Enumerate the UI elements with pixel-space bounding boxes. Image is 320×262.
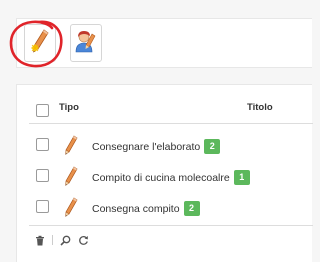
row-title-text[interactable]: Consegnare l'elaborato xyxy=(92,141,200,153)
pencil-icon xyxy=(64,135,78,156)
table-footer-actions xyxy=(34,233,89,247)
row-checkbox[interactable] xyxy=(36,200,49,213)
column-header-titolo[interactable]: Titolo xyxy=(247,102,273,113)
row-title-text[interactable]: Compito di cucina molecoalre xyxy=(92,172,230,184)
user-edit-icon xyxy=(74,28,98,59)
page: Tipo Titolo Consegnare l'elaborato 2 Com… xyxy=(0,0,313,262)
activities-panel: Tipo Titolo Consegnare l'elaborato 2 Com… xyxy=(16,84,313,262)
row-title-text[interactable]: Consegna compito xyxy=(92,203,180,215)
pencil-icon xyxy=(64,197,78,218)
pencil-icon xyxy=(64,166,78,187)
select-all-checkbox[interactable] xyxy=(36,104,49,117)
new-user-button[interactable] xyxy=(70,24,102,62)
separator xyxy=(52,235,53,245)
column-header-tipo[interactable]: Tipo xyxy=(59,102,79,113)
refresh-icon[interactable] xyxy=(77,234,89,246)
count-badge: 2 xyxy=(204,139,221,154)
footer-divider xyxy=(29,225,313,226)
row-title[interactable]: Consegna compito 2 xyxy=(92,201,200,216)
toolbar xyxy=(16,18,312,68)
row-checkbox[interactable] xyxy=(36,169,49,182)
new-activity-button[interactable] xyxy=(24,24,56,62)
row-title[interactable]: Compito di cucina molecoalre 1 xyxy=(92,170,250,185)
count-badge: 2 xyxy=(183,201,200,216)
pencil-icon xyxy=(30,28,50,59)
row-title[interactable]: Consegnare l'elaborato 2 xyxy=(92,139,221,154)
count-badge: 1 xyxy=(233,170,250,185)
table-row[interactable]: Consegna compito 2 xyxy=(17,192,313,222)
search-icon[interactable] xyxy=(59,234,71,246)
table-row[interactable]: Consegnare l'elaborato 2 xyxy=(17,130,313,160)
table-row[interactable]: Compito di cucina molecoalre 1 xyxy=(17,161,313,191)
table-header: Tipo Titolo xyxy=(17,97,313,121)
trash-icon[interactable] xyxy=(34,234,46,246)
row-checkbox[interactable] xyxy=(36,138,49,151)
header-divider xyxy=(29,123,313,124)
